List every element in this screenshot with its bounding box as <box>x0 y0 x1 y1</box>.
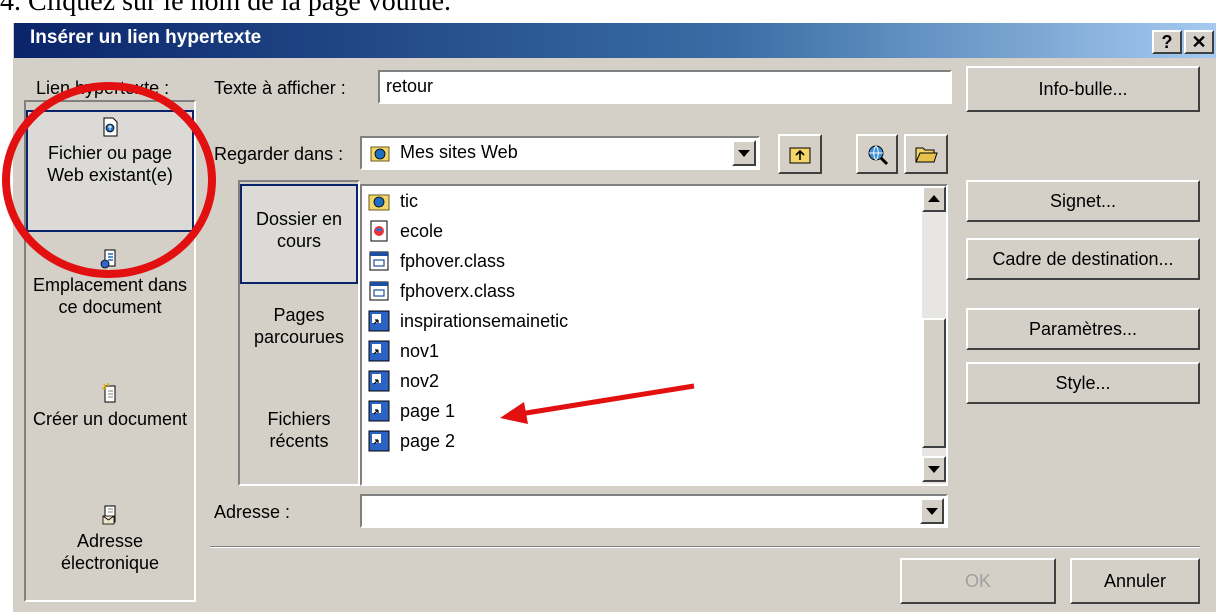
place-current-folder[interactable]: Dossier en cours <box>240 184 358 284</box>
address-dropdown-arrow[interactable] <box>920 498 944 524</box>
look-in-label: Regarder dans : <box>214 144 344 164</box>
list-item[interactable]: fphoverx.class <box>368 276 515 306</box>
address-label: Adresse : <box>214 502 291 522</box>
html-page-icon <box>370 220 388 242</box>
list-item[interactable]: ecole <box>368 216 443 246</box>
web-shortcut-icon <box>368 430 390 452</box>
file-name: nov1 <box>400 340 440 361</box>
help-button[interactable]: ? <box>1152 30 1182 54</box>
sidebar-item-new-document[interactable]: Créer un document <box>26 382 194 460</box>
class-file-icon <box>369 281 389 301</box>
scroll-thumb[interactable] <box>922 318 946 448</box>
look-in-dropdown[interactable]: Mes sites Web <box>360 136 760 170</box>
place-label: Dossier en cours <box>255 209 343 251</box>
list-item[interactable]: tic <box>368 186 418 216</box>
chevron-down-icon <box>928 466 940 473</box>
web-shortcut-icon <box>368 370 390 392</box>
target-frame-button[interactable]: Cadre de destination... <box>966 238 1200 280</box>
up-one-folder-button[interactable] <box>778 134 822 174</box>
look-in-dropdown-arrow[interactable] <box>732 140 756 166</box>
sidebar-item-label: Adresse électronique <box>60 531 160 573</box>
file-name: page 1 <box>400 400 456 421</box>
list-item[interactable]: nov2 <box>368 366 439 396</box>
parameters-button-label: Paramètres... <box>1028 319 1138 339</box>
email-address-icon <box>102 505 116 525</box>
annotation-arrow <box>500 383 695 424</box>
open-folder-icon <box>915 147 938 163</box>
list-item[interactable]: nov1 <box>368 336 439 366</box>
web-folder-icon <box>368 194 390 211</box>
scroll-up-button[interactable] <box>922 186 946 212</box>
text-to-display-label: Texte à afficher : <box>214 78 346 98</box>
target-frame-button-label: Cadre de destination... <box>992 249 1174 269</box>
look-in-value: Mes sites Web <box>400 142 518 162</box>
new-document-icon <box>101 383 116 403</box>
place-label: Fichiers récents <box>267 409 331 451</box>
text-to-display-input[interactable]: retour <box>378 70 952 104</box>
file-name: ecole <box>400 220 444 241</box>
place-label: Pages parcourues <box>253 305 345 347</box>
bookmark-button[interactable]: Signet... <box>966 180 1200 222</box>
sidebar-item-email-address[interactable]: Adresse électronique <box>26 504 194 584</box>
file-name: fphoverx.class <box>400 280 516 301</box>
place-browsed-pages[interactable]: Pages parcourues <box>240 304 358 368</box>
web-shortcut-icon <box>368 400 390 422</box>
sidebar-item-label: Créer un document <box>32 409 188 429</box>
folder-up-icon <box>789 147 811 164</box>
file-name: inspirationsemainetic <box>400 310 569 331</box>
tutorial-caption: 4. Cliquez sur le nom de la page voulue. <box>0 0 451 17</box>
list-item[interactable]: fphover.class <box>368 246 505 276</box>
chevron-down-icon <box>926 508 938 515</box>
parameters-button[interactable]: Paramètres... <box>966 308 1200 350</box>
list-item[interactable]: inspirationsemainetic <box>368 306 568 336</box>
chevron-up-icon <box>928 195 940 202</box>
list-item[interactable]: page 2 <box>368 426 455 456</box>
web-shortcut-icon <box>368 340 390 362</box>
cancel-button[interactable]: Annuler <box>1070 558 1200 604</box>
chevron-down-icon <box>738 150 750 157</box>
close-button[interactable]: ✕ <box>1184 30 1214 54</box>
tooltip-button-label: Info-bulle... <box>1038 79 1128 99</box>
file-name: tic <box>400 190 418 211</box>
ok-button-label: OK <box>964 571 991 591</box>
scroll-down-button[interactable] <box>922 456 946 482</box>
separator <box>210 546 1200 548</box>
file-name: nov2 <box>400 370 440 391</box>
style-button[interactable]: Style... <box>966 362 1200 404</box>
class-file-icon <box>369 251 389 271</box>
annotation-circle <box>2 82 216 278</box>
file-name: page 2 <box>400 430 456 451</box>
browse-web-button[interactable] <box>856 134 898 174</box>
web-folder-icon <box>370 146 390 162</box>
dialog-title: Insérer un lien hypertexte <box>30 27 262 48</box>
browse-file-button[interactable] <box>904 134 948 174</box>
list-item[interactable]: page 1 <box>368 396 455 426</box>
cancel-button-label: Annuler <box>1103 571 1167 591</box>
sidebar-item-label: Emplacement dans ce document <box>32 275 188 317</box>
style-button-label: Style... <box>1055 373 1111 393</box>
address-input[interactable] <box>360 494 948 528</box>
browse-web-icon <box>868 145 889 166</box>
ok-button[interactable]: OK <box>900 558 1056 604</box>
tooltip-button[interactable]: Info-bulle... <box>966 66 1200 112</box>
file-name: fphover.class <box>400 250 506 271</box>
web-shortcut-icon <box>368 310 390 332</box>
bookmark-button-label: Signet... <box>1049 191 1117 211</box>
place-recent-files[interactable]: Fichiers récents <box>240 408 358 472</box>
